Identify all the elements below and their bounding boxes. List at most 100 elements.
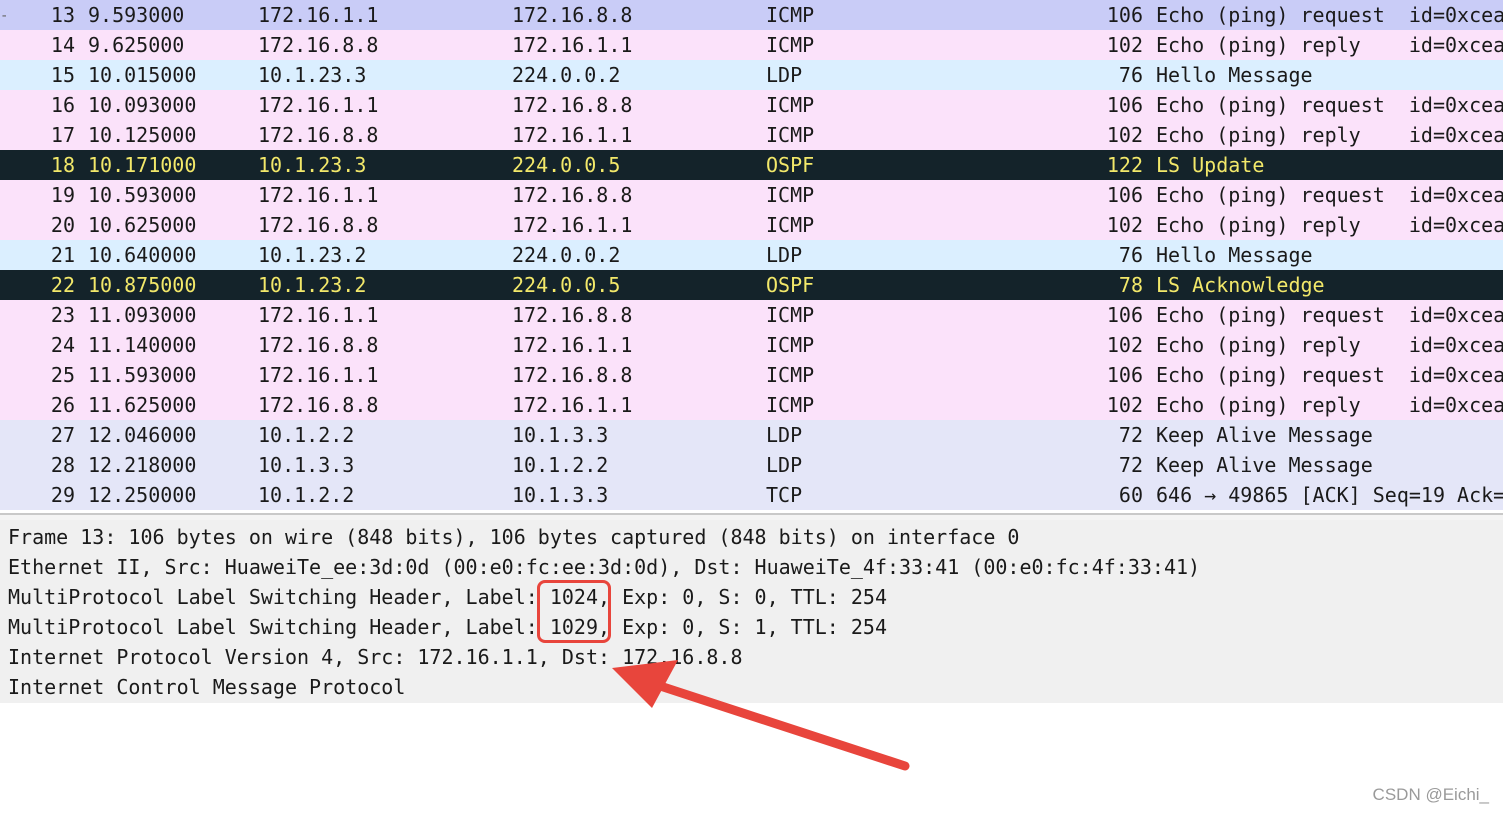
- packet-no-cell: 18: [50, 153, 75, 177]
- packet-row[interactable]: 22 10.875000 10.1.23.2 224.0.0.5 OSPF 78 LS Ac…: [0, 270, 1503, 300]
- packet-no-cell: 15: [50, 63, 75, 87]
- packet-info-cell: Echo (ping) request id=0xcea: [1156, 3, 1503, 27]
- packet-proto-cell: ICMP: [766, 3, 815, 27]
- packet-time-cell: 10.625000: [88, 213, 197, 237]
- detail-icmp[interactable]: Internet Control Message Protocol: [8, 672, 405, 702]
- packet-src-cell: 172.16.8.8: [258, 123, 379, 147]
- pane-splitter[interactable]: [0, 510, 1503, 520]
- packet-info-cell: Keep Alive Message: [1156, 453, 1373, 477]
- packet-proto-cell: LDP: [766, 453, 803, 477]
- detail-frame[interactable]: Frame 13: 106 bytes on wire (848 bits), …: [8, 522, 1019, 552]
- detail-ethernet[interactable]: Ethernet II, Src: HuaweiTe_ee:3d:0d (00:…: [8, 552, 1200, 582]
- packet-row[interactable]: 23 11.093000 172.16.1.1 172.16.8.8 ICMP 106 Ec…: [0, 300, 1503, 330]
- packet-info-cell: 646 → 49865 [ACK] Seq=19 Ack=: [1156, 483, 1503, 507]
- packet-time-cell: 10.125000: [88, 123, 197, 147]
- packet-time-cell: 11.093000: [88, 303, 197, 327]
- packet-row[interactable]: 13 9.593000 172.16.1.1 172.16.8.8 ICMP 106 Ech…: [0, 0, 1503, 30]
- packet-src-cell: 172.16.8.8: [258, 33, 379, 57]
- packet-info-cell: Echo (ping) request id=0xcea: [1156, 93, 1503, 117]
- packet-len-cell: 72: [1118, 423, 1143, 447]
- packet-row[interactable]: 28 12.218000 10.1.3.3 10.1.2.2 LDP 72 Keep Ali…: [0, 450, 1503, 480]
- packet-len-cell: 106: [1106, 183, 1143, 207]
- packet-row[interactable]: 17 10.125000 172.16.8.8 172.16.1.1 ICMP 102 Ec…: [0, 120, 1503, 150]
- packet-dst-cell: 10.1.2.2: [512, 453, 609, 477]
- packet-len-cell: 102: [1106, 333, 1143, 357]
- packet-row[interactable]: 19 10.593000 172.16.1.1 172.16.8.8 ICMP 106 Ec…: [0, 180, 1503, 210]
- packet-no-cell: 19: [50, 183, 75, 207]
- packet-no-cell: 16: [50, 93, 75, 117]
- packet-row[interactable]: 21 10.640000 10.1.23.2 224.0.0.2 LDP 76 Hello …: [0, 240, 1503, 270]
- packet-dst-cell: 172.16.8.8: [512, 183, 633, 207]
- packet-time-cell: 10.093000: [88, 93, 197, 117]
- packet-row[interactable]: 26 11.625000 172.16.8.8 172.16.1.1 ICMP 102 Ec…: [0, 390, 1503, 420]
- packet-src-cell: 172.16.1.1: [258, 183, 379, 207]
- packet-no-cell: 13: [50, 3, 75, 27]
- packet-proto-cell: TCP: [766, 483, 803, 507]
- packet-row[interactable]: 29 12.250000 10.1.2.2 10.1.3.3 TCP 60 646 → 49…: [0, 480, 1503, 510]
- packet-dst-cell: 224.0.0.5: [512, 273, 621, 297]
- packet-no-cell: 23: [50, 303, 75, 327]
- packet-time-cell: 11.593000: [88, 363, 197, 387]
- packet-src-cell: 10.1.23.3: [258, 63, 367, 87]
- packet-no-cell: 20: [50, 213, 75, 237]
- packet-info-cell: Echo (ping) reply id=0xcea: [1156, 393, 1503, 417]
- packet-dst-cell: 172.16.8.8: [512, 3, 633, 27]
- packet-row[interactable]: 18 10.171000 10.1.23.3 224.0.0.5 OSPF 122 LS U…: [0, 150, 1503, 180]
- detail-mpls-2[interactable]: MultiProtocol Label Switching Header, La…: [8, 612, 887, 642]
- packet-len-cell: 106: [1106, 3, 1143, 27]
- packet-list[interactable]: 29 12.250000 10.1.2.2 10.1.3.3 TCP 60 646 → 49…: [0, 0, 1503, 510]
- detail-mpls-1[interactable]: MultiProtocol Label Switching Header, La…: [8, 582, 887, 612]
- packet-info-cell: Echo (ping) reply id=0xcea: [1156, 123, 1503, 147]
- selected-row-marker-icon: -: [0, 8, 9, 24]
- packet-row[interactable]: 25 11.593000 172.16.1.1 172.16.8.8 ICMP 106 Ec…: [0, 360, 1503, 390]
- packet-len-cell: 102: [1106, 393, 1143, 417]
- packet-proto-cell: ICMP: [766, 303, 815, 327]
- packet-info-cell: Echo (ping) reply id=0xcea: [1156, 33, 1503, 57]
- packet-len-cell: 102: [1106, 33, 1143, 57]
- packet-src-cell: 172.16.1.1: [258, 363, 379, 387]
- packet-len-cell: 102: [1106, 123, 1143, 147]
- packet-src-cell: 172.16.1.1: [258, 3, 379, 27]
- packet-no-cell: 24: [50, 333, 75, 357]
- packet-src-cell: 10.1.2.2: [258, 483, 355, 507]
- packet-row[interactable]: 20 10.625000 172.16.8.8 172.16.1.1 ICMP 102 Ec…: [0, 210, 1503, 240]
- packet-proto-cell: LDP: [766, 423, 803, 447]
- packet-info-cell: Echo (ping) request id=0xcea: [1156, 183, 1503, 207]
- packet-time-cell: 12.046000: [88, 423, 197, 447]
- packet-row[interactable]: 24 11.140000 172.16.8.8 172.16.1.1 ICMP 102 Ec…: [0, 330, 1503, 360]
- packet-time-cell: 10.171000: [88, 153, 197, 177]
- packet-info-cell: Hello Message: [1156, 243, 1313, 267]
- packet-no-cell: 22: [50, 273, 75, 297]
- packet-info-cell: Echo (ping) request id=0xcea: [1156, 303, 1503, 327]
- packet-time-cell: 11.140000: [88, 333, 197, 357]
- packet-row[interactable]: 15 10.015000 10.1.23.3 224.0.0.2 LDP 76 Hello …: [0, 60, 1503, 90]
- packet-dst-cell: 10.1.3.3: [512, 483, 609, 507]
- packet-no-cell: 25: [50, 363, 75, 387]
- packet-row[interactable]: 14 9.625000 172.16.8.8 172.16.1.1 ICMP 102 Ech…: [0, 30, 1503, 60]
- packet-dst-cell: 224.0.0.2: [512, 63, 621, 87]
- packet-info-cell: Echo (ping) reply id=0xcea: [1156, 333, 1503, 357]
- label-highlight-box: [537, 580, 611, 643]
- packet-len-cell: 76: [1118, 63, 1143, 87]
- packet-time-cell: 12.218000: [88, 453, 197, 477]
- packet-time-cell: 9.625000: [88, 33, 185, 57]
- packet-row[interactable]: 27 12.046000 10.1.2.2 10.1.3.3 LDP 72 Keep Ali…: [0, 420, 1503, 450]
- watermark: CSDN @Eichi_: [1372, 785, 1489, 804]
- packet-proto-cell: ICMP: [766, 183, 815, 207]
- packet-len-cell: 122: [1106, 153, 1143, 177]
- packet-info-cell: Hello Message: [1156, 63, 1313, 87]
- packet-proto-cell: ICMP: [766, 33, 815, 57]
- packet-time-cell: 10.875000: [88, 273, 197, 297]
- packet-row[interactable]: 16 10.093000 172.16.1.1 172.16.8.8 ICMP 106 Ec…: [0, 90, 1503, 120]
- packet-no-cell: 14: [50, 33, 75, 57]
- packet-no-cell: 21: [50, 243, 75, 267]
- packet-dst-cell: 10.1.3.3: [512, 423, 609, 447]
- packet-proto-cell: OSPF: [766, 273, 815, 297]
- packet-no-cell: 17: [50, 123, 75, 147]
- packet-dst-cell: 172.16.1.1: [512, 33, 633, 57]
- packet-len-cell: 78: [1118, 273, 1143, 297]
- packet-proto-cell: ICMP: [766, 393, 815, 417]
- packet-dst-cell: 224.0.0.2: [512, 243, 621, 267]
- packet-dst-cell: 172.16.1.1: [512, 393, 633, 417]
- packet-no-cell: 29: [50, 483, 75, 507]
